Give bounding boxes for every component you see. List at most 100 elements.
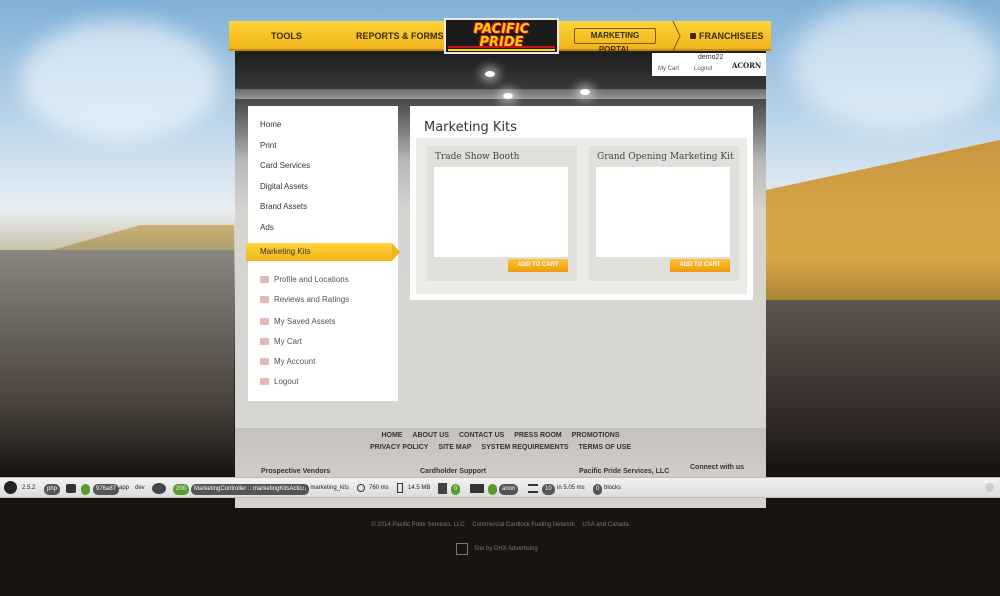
- username: demo22: [698, 54, 724, 61]
- copyright-line: © 2014 Pacific Pride Services, LLC Comme…: [0, 522, 1000, 528]
- env-label: dev: [135, 485, 145, 491]
- footer-col-vendors[interactable]: Prospective Vendors: [261, 468, 330, 475]
- footer-link-about[interactable]: ABOUT US: [412, 432, 449, 439]
- page-title: Marketing Kits: [424, 120, 517, 135]
- memory-label[interactable]: 14.5 MB: [408, 483, 430, 494]
- symfony-version: 2.5.2: [22, 485, 36, 491]
- sidebar-item-reviews-ratings[interactable]: Reviews and Ratings: [260, 295, 349, 304]
- footer-col-company[interactable]: Pacific Pride Services, LLC: [579, 468, 669, 475]
- account-icon: [260, 358, 269, 365]
- app-label: app: [119, 485, 130, 491]
- logout-icon: [260, 378, 269, 385]
- database-icon: [528, 484, 538, 493]
- add-to-cart-button[interactable]: ADD TO CART: [670, 259, 730, 272]
- kit-thumbnail[interactable]: [434, 167, 568, 257]
- controller-badge[interactable]: MarketingController :: marketingKitsActi…: [191, 484, 310, 495]
- query-count-badge[interactable]: 10: [542, 484, 555, 495]
- memory-icon: [397, 483, 403, 493]
- cloud: [790, 0, 1000, 130]
- route-label: on marketing_kits: [302, 485, 350, 491]
- blocks-label: blocks: [604, 485, 622, 491]
- cloud: [20, 20, 220, 140]
- dhx-logo-icon: [456, 543, 468, 555]
- logout-link[interactable]: Logout: [694, 66, 712, 72]
- query-time-label: in 5.05 ms: [557, 485, 585, 491]
- connect-label: Connect with us: [690, 464, 745, 471]
- forms-icon: [438, 483, 447, 494]
- footer-links-row1: HOME ABOUT US CONTACT US PRESS ROOM PROM…: [235, 432, 766, 439]
- forms-count-badge[interactable]: 0: [451, 484, 461, 495]
- road: [766, 300, 1000, 470]
- network-text: Commercial Cardlock Fueling Network: [472, 522, 575, 528]
- reviews-icon: [260, 296, 269, 303]
- footer-link-privacy[interactable]: PRIVACY POLICY: [370, 444, 428, 451]
- nav-franchisees[interactable]: FRANCHISEES: [690, 21, 764, 51]
- time-label[interactable]: 760 ms: [369, 483, 389, 494]
- logo-stripe: [448, 46, 555, 48]
- add-to-cart-button[interactable]: ADD TO CART: [508, 259, 568, 272]
- close-icon[interactable]: [985, 483, 994, 492]
- blocks-count-badge[interactable]: 0: [593, 484, 603, 495]
- canopy-light: [503, 93, 513, 99]
- footer-link-requirements[interactable]: SYSTEM REQUIREMENTS: [481, 444, 568, 451]
- credit-text: Site by DHX Advertising: [474, 546, 538, 552]
- gear-icon[interactable]: [152, 483, 166, 494]
- user-icon: [470, 484, 484, 493]
- kit-thumbnail[interactable]: [596, 167, 730, 257]
- canopy-light: [485, 71, 495, 77]
- sidebar-item-label: My Cart: [274, 337, 302, 346]
- sidebar-item-card-services[interactable]: Card Services: [260, 161, 310, 170]
- my-cart-link[interactable]: My Cart: [658, 66, 679, 72]
- footer-link-press[interactable]: PRESS ROOM: [514, 432, 561, 439]
- php-badge[interactable]: php: [44, 484, 61, 495]
- acorn-logo: ACORN: [732, 61, 762, 70]
- logo-stripe: [448, 49, 555, 51]
- sidebar-item-logout[interactable]: Logout: [260, 377, 298, 386]
- canopy-beam: [235, 89, 766, 99]
- config-icon: [66, 484, 76, 493]
- sidebar-item-brand-assets[interactable]: Brand Assets: [260, 202, 307, 211]
- footer-col-cardholder[interactable]: Cardholder Support: [420, 468, 486, 475]
- sidebar-item-my-cart[interactable]: My Cart: [260, 337, 302, 346]
- canopy-light: [580, 89, 590, 95]
- symfony-icon[interactable]: [4, 481, 17, 494]
- sidebar-item-label: Profile and Locations: [274, 275, 349, 284]
- sidebar-item-saved-assets[interactable]: My Saved Assets: [260, 317, 335, 326]
- chevron-right-icon: [672, 21, 681, 51]
- sidebar-item-ads[interactable]: Ads: [260, 223, 274, 232]
- sidebar-item-label: My Saved Assets: [274, 317, 336, 326]
- sidebar-item-home[interactable]: Home: [260, 120, 281, 129]
- kit-title: Trade Show Booth: [435, 152, 520, 162]
- sidebar-item-marketing-kits[interactable]: Marketing Kits: [246, 243, 400, 261]
- region-text: USA and Canada: [582, 522, 629, 528]
- site-credit[interactable]: Site by DHX Advertising: [456, 543, 538, 555]
- kit-card: Trade Show Booth ADD TO CART: [427, 146, 577, 281]
- footer-link-terms[interactable]: TERMS OF USE: [579, 444, 632, 451]
- user-box: demo22 My Cart Logout ACORN: [652, 53, 766, 76]
- pacific-pride-logo[interactable]: PACIFIC PRIDE: [444, 18, 559, 54]
- sidebar-item-print[interactable]: Print: [260, 141, 276, 150]
- lock-icon: [690, 33, 696, 39]
- footer-link-home[interactable]: HOME: [381, 432, 402, 439]
- cart-icon: [260, 338, 269, 345]
- sidebar-item-label: Logout: [274, 377, 299, 386]
- sidebar-item-profile-locations[interactable]: Profile and Locations: [260, 275, 349, 284]
- nav-marketing-portal[interactable]: MARKETING PORTAL: [574, 28, 656, 54]
- footer-link-promotions[interactable]: PROMOTIONS: [572, 432, 620, 439]
- status-code-badge[interactable]: 200: [173, 484, 190, 495]
- copyright-text: © 2014 Pacific Pride Services, LLC: [371, 522, 465, 528]
- sidebar-item-my-account[interactable]: My Account: [260, 357, 315, 366]
- token-badge[interactable]: 976a87: [93, 484, 120, 495]
- sidebar-item-label: Reviews and Ratings: [274, 295, 350, 304]
- nav-tools[interactable]: TOOLS: [271, 21, 302, 51]
- clock-icon: [357, 484, 365, 492]
- sidebar-item-label: My Account: [274, 357, 316, 366]
- kit-title: Grand Opening Marketing Kit: [597, 152, 734, 162]
- sidebar-item-digital-assets[interactable]: Digital Assets: [260, 182, 308, 191]
- nav-reports-forms[interactable]: REPORTS & FORMS: [356, 21, 444, 51]
- footer-link-sitemap[interactable]: SITE MAP: [438, 444, 471, 451]
- sidebar: Home Print Card Services Digital Assets …: [246, 106, 400, 401]
- saved-assets-icon: [260, 318, 269, 325]
- user-badge[interactable]: anon: [499, 484, 519, 495]
- footer-link-contact[interactable]: CONTACT US: [459, 432, 504, 439]
